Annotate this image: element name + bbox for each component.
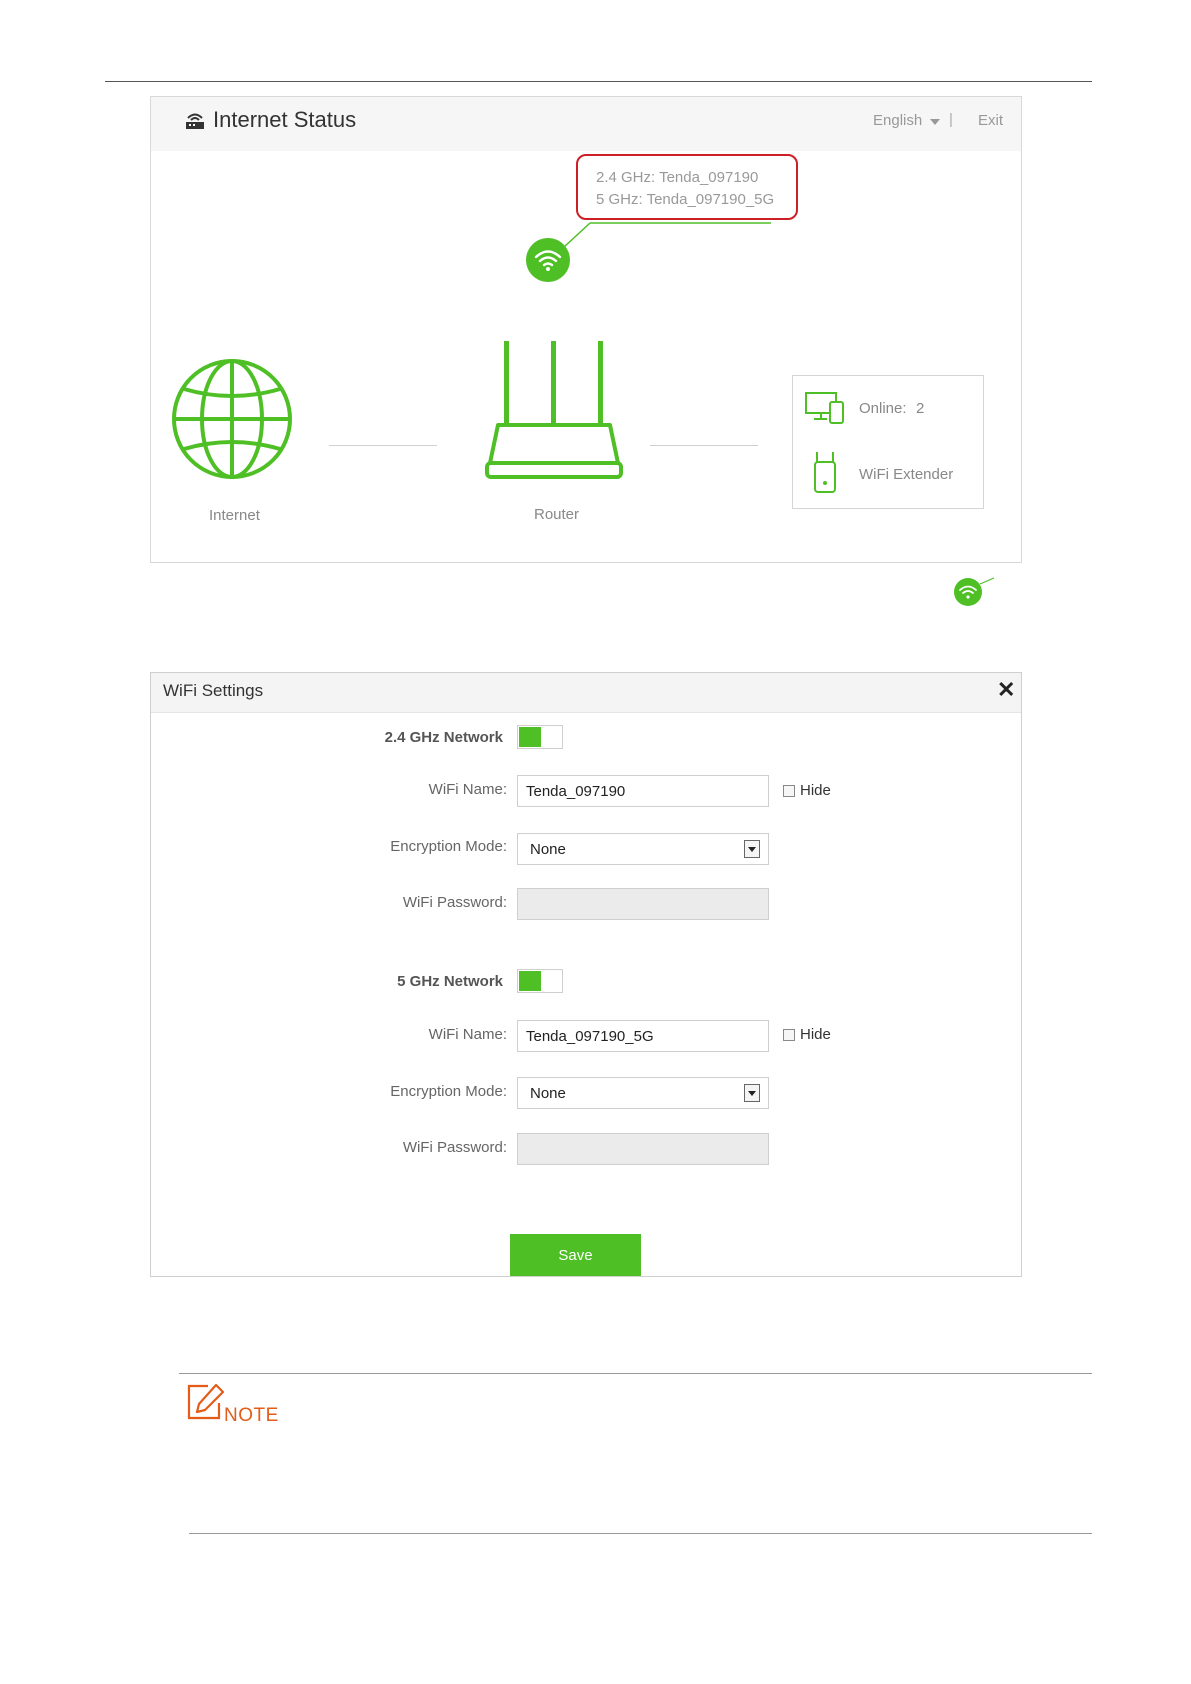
ssid-24ghz: 2.4 GHz: Tenda_097190 [596,169,759,186]
save-button[interactable]: Save [510,1234,641,1276]
dropdown-arrow-icon[interactable] [744,1084,760,1102]
network-24ghz-label: 2.4 GHz Network [384,729,503,746]
wifi-settings-header: WiFi Settings ✕ [151,673,1021,713]
password-24ghz-label: WiFi Password: [402,894,507,911]
wifi-extender-label: WiFi Extender [859,466,954,483]
internet-status-panel: Internet Status English | Exit 2.4 GHz: … [150,96,1022,563]
wifi-name-5ghz-input[interactable] [517,1020,769,1052]
encryption-5ghz-select[interactable]: None [517,1077,769,1109]
encryption-5ghz-value: None [530,1085,566,1102]
internet-router-link [329,445,437,446]
note-bottom-rule [189,1533,1092,1534]
wifi-settings-panel: WiFi Settings ✕ 2.4 GHz Network WiFi Nam… [150,672,1022,1277]
note-pencil-icon [187,1383,225,1420]
status-header: Internet Status English | Exit [151,97,1021,151]
devices-icon[interactable] [805,392,845,424]
internet-label: Internet [209,507,260,524]
wifi-name-5ghz-label: WiFi Name: [428,1026,507,1043]
hide-5ghz-label: Hide [800,1026,831,1043]
encryption-24ghz-select[interactable]: None [517,833,769,865]
wifi-name-24ghz-label: WiFi Name: [428,781,507,798]
encryption-5ghz-label: Encryption Mode: [390,1083,507,1100]
dropdown-arrow-icon[interactable] [744,840,760,858]
page-title: Internet Status [213,107,357,132]
language-selector[interactable]: English [873,112,922,129]
network-5ghz-label: 5 GHz Network [397,973,503,990]
password-5ghz-label: WiFi Password: [402,1139,507,1156]
ssid-5ghz: 5 GHz: Tenda_097190_5G [596,191,775,208]
hide-24ghz-checkbox[interactable]: Hide [783,782,843,802]
globe-icon [172,359,292,479]
router-status-icon [186,113,204,129]
top-rule [105,81,1092,82]
toggle-knob [519,971,541,991]
exit-link[interactable]: Exit [978,112,1003,129]
close-icon[interactable]: ✕ [997,679,1015,701]
wifi-icon-small[interactable] [952,577,996,607]
online-label: Online: [859,400,907,417]
checkbox-box[interactable] [783,1029,795,1041]
wifi-extender-icon[interactable] [812,450,838,496]
router-clients-link [650,445,758,446]
wifi-settings-title: WiFi Settings [163,681,264,700]
callout-leader-line [563,222,771,249]
hide-5ghz-checkbox[interactable]: Hide [783,1026,843,1046]
router-label: Router [534,506,580,523]
chevron-down-icon[interactable] [930,119,940,125]
encryption-24ghz-value: None [530,841,566,858]
note-top-rule [179,1373,1092,1374]
router-icon [485,341,623,479]
clients-box: Online: 2 WiFi Extender [792,375,984,509]
online-count[interactable]: 2 [916,400,924,417]
network-24ghz-toggle[interactable] [517,725,563,749]
hide-24ghz-label: Hide [800,782,831,799]
note-label: NOTE [224,1405,279,1426]
network-5ghz-toggle[interactable] [517,969,563,993]
ssid-callout: 2.4 GHz: Tenda_097190 5 GHz: Tenda_09719… [576,154,798,220]
encryption-24ghz-label: Encryption Mode: [390,838,507,855]
password-24ghz-input[interactable] [517,888,769,920]
checkbox-box[interactable] [783,785,795,797]
wifi-icon[interactable] [525,237,571,283]
wifi-name-24ghz-input[interactable] [517,775,769,807]
toggle-knob [519,727,541,747]
header-separator: | [949,111,953,128]
password-5ghz-input[interactable] [517,1133,769,1165]
